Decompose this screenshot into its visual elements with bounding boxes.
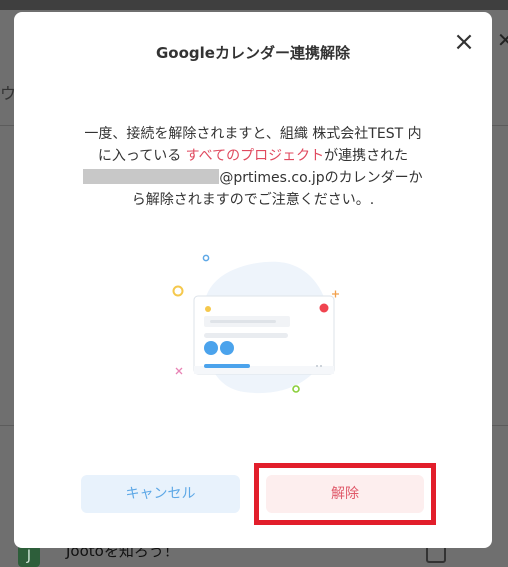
- close-icon: ×: [453, 27, 475, 57]
- decor-plus: [332, 290, 339, 298]
- close-button[interactable]: ×: [450, 28, 478, 56]
- message-text: が連携された: [324, 148, 409, 164]
- background-avatar: J: [18, 545, 40, 567]
- unlink-calendar-dialog: Googleカレンダー連携解除 × 一度、接続を解除されますと、組織 株式会社T…: [14, 12, 492, 548]
- cancel-button[interactable]: キャンセル: [81, 475, 240, 513]
- card-progress: [204, 364, 250, 368]
- card-line: [204, 333, 288, 338]
- redacted-email-username: [83, 169, 220, 184]
- calendar-card-illustration: [172, 254, 339, 394]
- all-projects-highlight: すべてのプロジェクト: [185, 148, 325, 164]
- background-close-icon: ✕: [497, 28, 508, 52]
- decor-circle: [172, 285, 184, 297]
- card-bar-line: [210, 320, 276, 323]
- app-top-bar: [0, 0, 508, 10]
- dialog-message: 一度、接続を解除されますと、組織 株式会社TEST 内に入っている すべてのプロ…: [80, 123, 426, 211]
- decor-circle: [292, 385, 300, 393]
- decor-circle: [202, 254, 210, 262]
- card-avatar: [204, 341, 218, 355]
- dialog-title: Googleカレンダー連携解除: [156, 44, 350, 62]
- decor-x: [175, 367, 183, 375]
- card-dot-yellow: [205, 306, 211, 312]
- unlink-button[interactable]: 解除: [266, 475, 424, 513]
- card-avatar: [220, 341, 234, 355]
- card-dot-red: [319, 303, 329, 313]
